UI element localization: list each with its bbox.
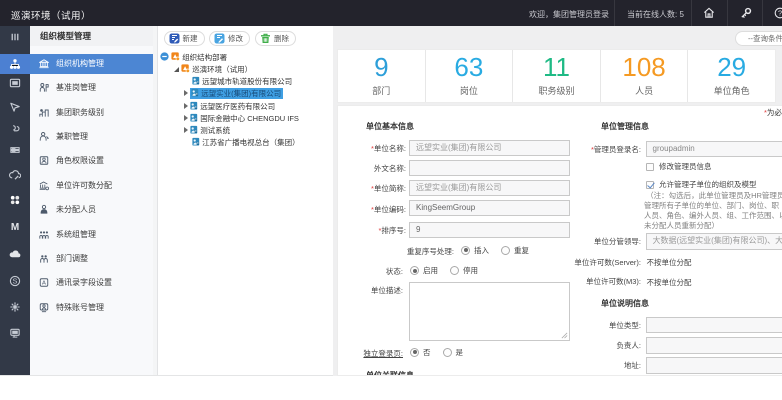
svg-text:?: ? — [778, 9, 782, 18]
svg-text:S: S — [13, 277, 18, 286]
svg-text:A: A — [42, 281, 46, 287]
